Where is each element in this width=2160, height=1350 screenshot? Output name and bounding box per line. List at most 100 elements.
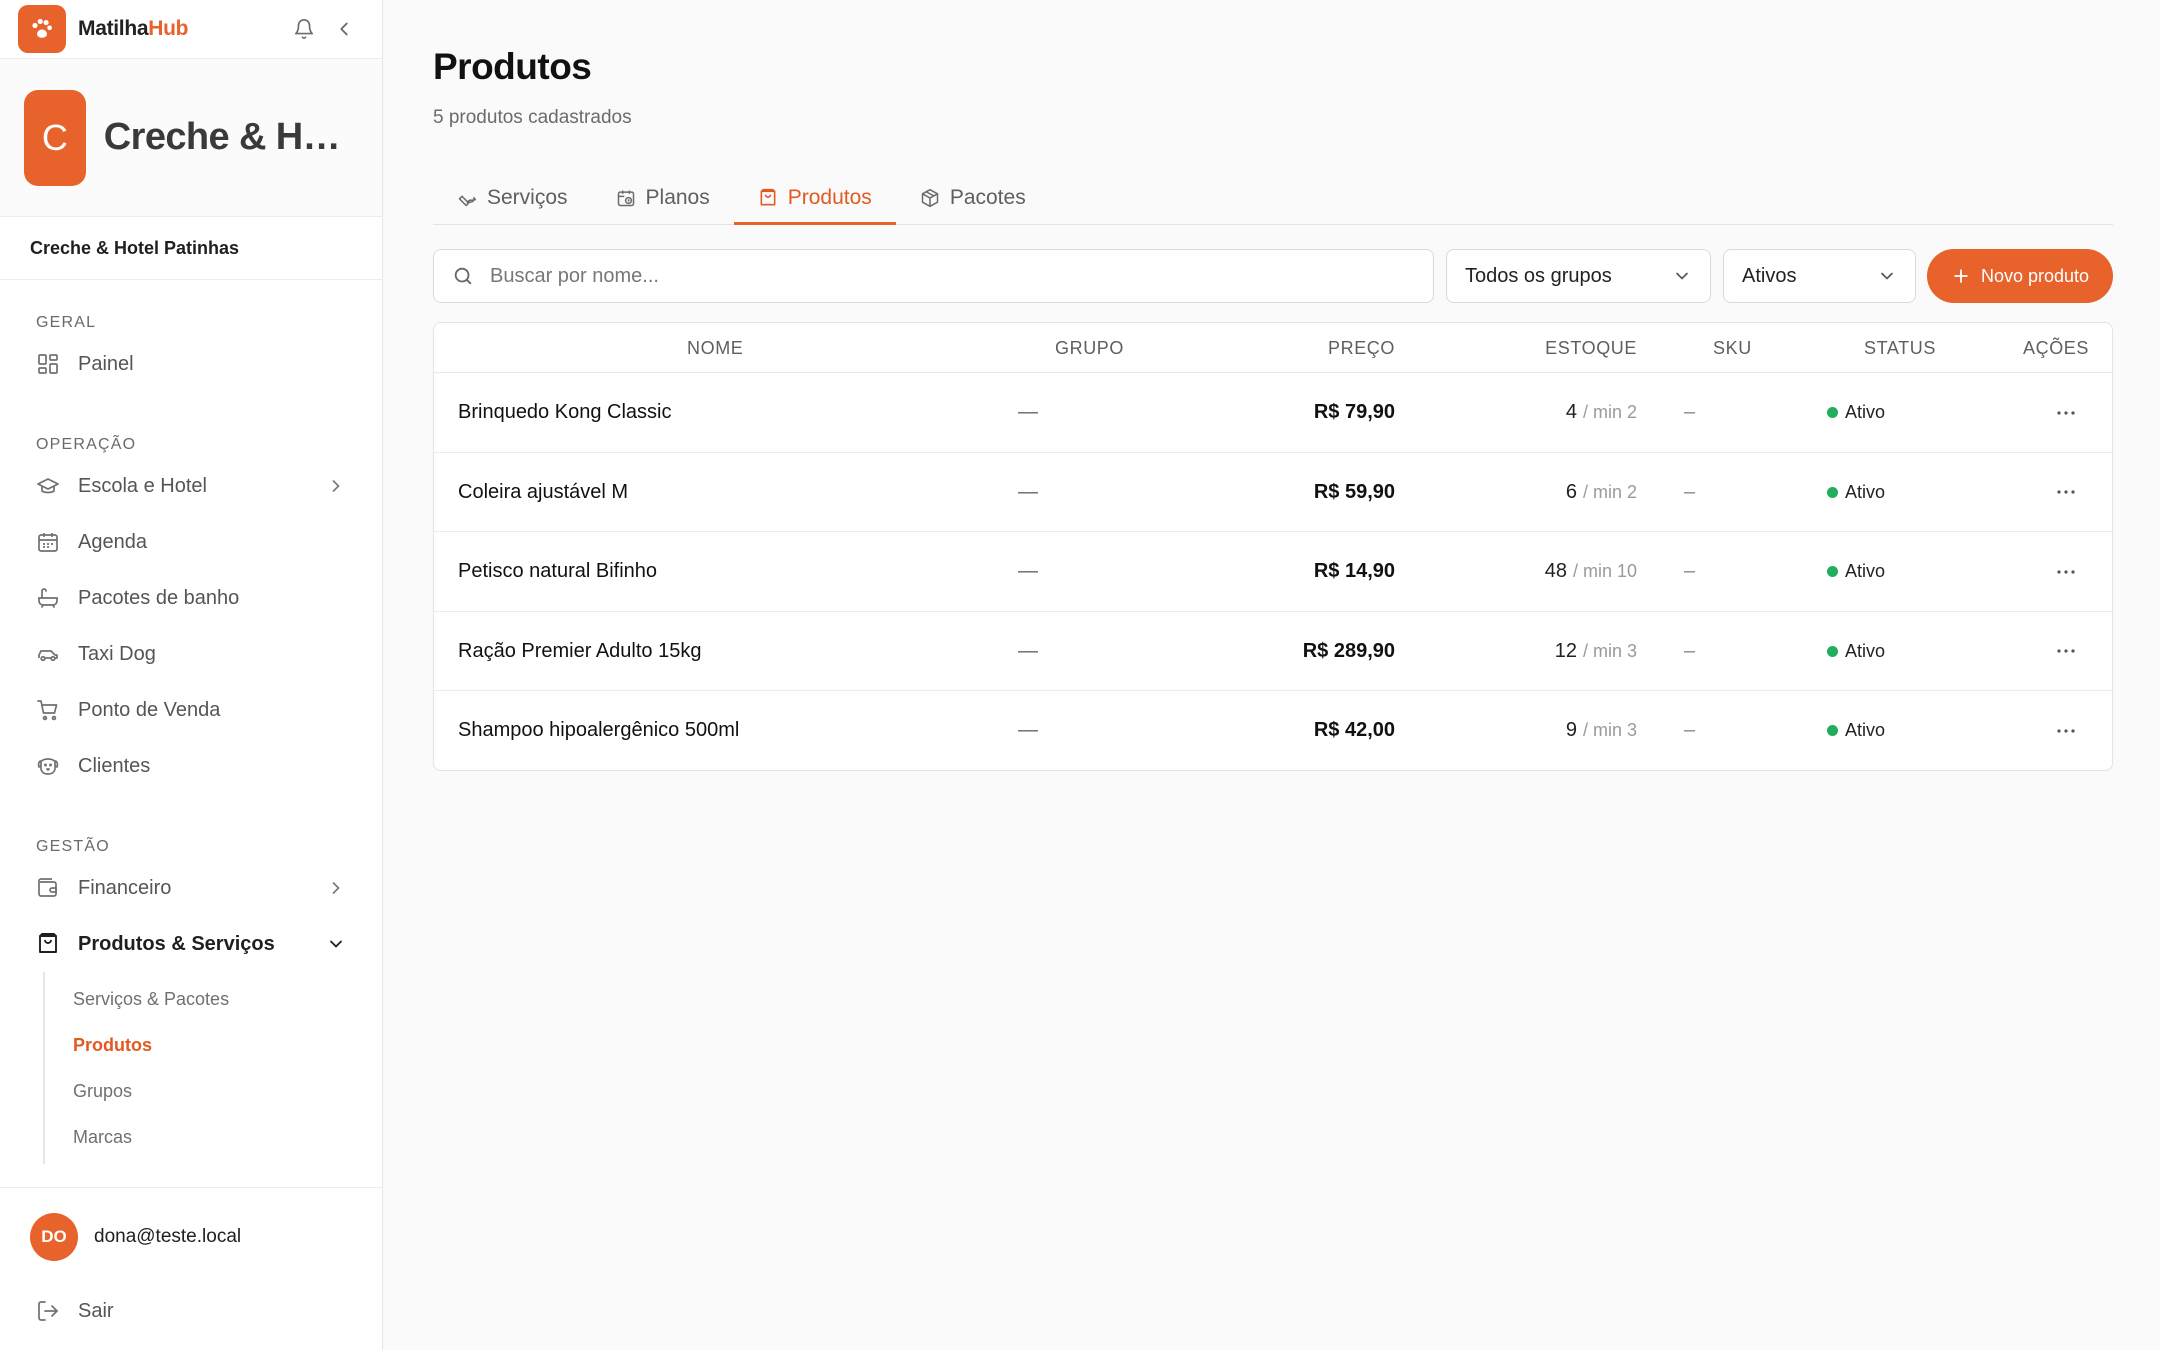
status-badge: Ativo bbox=[1827, 373, 1885, 452]
sidebar-subitem-marcas[interactable]: Marcas bbox=[45, 1114, 382, 1160]
logout-label: Sair bbox=[78, 1299, 114, 1322]
shopping-bag-icon bbox=[39, 933, 57, 953]
search-icon bbox=[454, 267, 472, 285]
chevron-right-icon bbox=[332, 480, 340, 492]
dog-icon bbox=[37, 758, 59, 775]
paw-logo-icon bbox=[18, 5, 66, 53]
row-actions-button[interactable] bbox=[2054, 453, 2078, 532]
produtos-servicos-subnav: Serviços & Pacotes Produtos Grupos Marca… bbox=[43, 972, 382, 1164]
car-icon bbox=[38, 650, 58, 662]
column-header-price[interactable]: PREÇO bbox=[1328, 323, 1395, 373]
sidebar-item-financeiro[interactable]: Financeiro bbox=[0, 860, 382, 916]
org-avatar: C bbox=[24, 89, 86, 186]
row-actions-button[interactable] bbox=[2054, 532, 2078, 611]
products-table: NOME GRUPO PREÇO ESTOQUE SKU STATUS AÇÕE… bbox=[433, 322, 2113, 771]
tab-label: Pacotes bbox=[949, 186, 1026, 209]
product-price: R$ 42,00 bbox=[1313, 719, 1395, 741]
sidebar-item-taxi-dog[interactable]: Taxi Dog bbox=[0, 626, 382, 682]
collapse-sidebar-chevron-icon[interactable] bbox=[324, 9, 364, 49]
sidebar: MatilhaHub C Creche & Hot… Creche & Hote… bbox=[0, 0, 383, 1350]
graduation-cap-icon bbox=[37, 478, 59, 494]
tab-label: Serviços bbox=[487, 186, 568, 209]
chevron-down-icon bbox=[1676, 272, 1688, 280]
more-horizontal-icon bbox=[2057, 728, 2075, 733]
product-name: Shampoo hipoalergênico 500ml bbox=[458, 719, 740, 741]
search-box bbox=[433, 249, 1434, 303]
brand-name: MatilhaHub bbox=[78, 17, 189, 40]
status-dot-icon bbox=[1827, 407, 1838, 418]
sidebar-item-label: Financeiro bbox=[78, 876, 172, 899]
tab-produtos[interactable]: Produtos bbox=[733, 172, 896, 225]
product-sku: – bbox=[1684, 480, 1696, 503]
stock-qty: 48 bbox=[1544, 560, 1567, 582]
wrench-icon bbox=[458, 195, 477, 207]
new-product-label: Novo produto bbox=[1980, 265, 2090, 286]
calendar-icon bbox=[38, 533, 58, 552]
table-row[interactable]: Coleira ajustável M — R$ 59,90 6/ min 2 … bbox=[434, 453, 2112, 532]
toolbar: Todos os grupos Ativos Novo produto bbox=[433, 249, 2113, 303]
user-profile[interactable]: DO dona@teste.local bbox=[0, 1188, 382, 1286]
sidebar-subitem-produtos[interactable]: Produtos bbox=[45, 1022, 382, 1068]
column-header-name[interactable]: NOME bbox=[687, 323, 743, 373]
product-group: — bbox=[1018, 560, 1038, 582]
new-product-button[interactable]: Novo produto bbox=[1927, 249, 2113, 303]
table-row[interactable]: Brinquedo Kong Classic — R$ 79,90 4/ min… bbox=[434, 373, 2112, 453]
stock-min: / min 2 bbox=[1582, 481, 1637, 502]
sidebar-item-ponto-venda[interactable]: Ponto de Venda bbox=[0, 682, 382, 738]
status-filter-select[interactable]: Ativos bbox=[1723, 249, 1916, 303]
sidebar-item-escola-hotel[interactable]: Escola e Hotel bbox=[0, 458, 382, 514]
sidebar-item-label: Taxi Dog bbox=[78, 642, 156, 665]
row-actions-button[interactable] bbox=[2054, 612, 2078, 691]
logout-icon bbox=[38, 1301, 58, 1321]
stock-min: / min 3 bbox=[1582, 640, 1637, 661]
status-filter-value: Ativos bbox=[1742, 264, 1797, 287]
stock-qty: 6 bbox=[1565, 480, 1577, 503]
product-price: R$ 289,90 bbox=[1302, 639, 1395, 662]
more-horizontal-icon bbox=[2057, 410, 2075, 415]
bathtub-icon bbox=[38, 588, 58, 608]
status-badge: Ativo bbox=[1827, 612, 1885, 691]
nav-section-gestao: GESTÃO bbox=[36, 838, 110, 855]
sidebar-subitem-grupos[interactable]: Grupos bbox=[45, 1068, 382, 1114]
table-row[interactable]: Ração Premier Adulto 15kg — R$ 289,90 12… bbox=[434, 612, 2112, 691]
sidebar-item-clientes[interactable]: Clientes bbox=[0, 738, 382, 794]
cart-icon bbox=[37, 700, 58, 721]
product-sku: – bbox=[1684, 639, 1696, 662]
status-label: Ativo bbox=[1845, 402, 1886, 422]
tab-planos[interactable]: Planos bbox=[592, 172, 734, 224]
sidebar-item-label: Produtos & Serviços bbox=[78, 932, 275, 955]
chevron-down-icon bbox=[1881, 272, 1893, 280]
row-actions-button[interactable] bbox=[2054, 373, 2078, 452]
status-label: Ativo bbox=[1845, 481, 1886, 502]
product-group: — bbox=[1018, 480, 1038, 503]
more-horizontal-icon bbox=[2057, 490, 2075, 494]
org-switcher[interactable]: C Creche & Hot… bbox=[0, 59, 382, 217]
sidebar-item-pacotes-banho[interactable]: Pacotes de banho bbox=[0, 570, 382, 626]
product-name: Petisco natural Bifinho bbox=[458, 560, 658, 582]
product-price: R$ 79,90 bbox=[1313, 401, 1395, 423]
sidebar-item-produtos-servicos[interactable]: Produtos & Serviços bbox=[0, 916, 382, 972]
search-input[interactable] bbox=[490, 264, 1415, 288]
sidebar-subitem-servicos-pacotes[interactable]: Serviços & Pacotes bbox=[45, 976, 382, 1022]
user-email: dona@teste.local bbox=[94, 1226, 242, 1247]
sidebar-item-painel[interactable]: Painel bbox=[0, 336, 382, 392]
stock-qty: 12 bbox=[1554, 639, 1577, 662]
tab-servicos[interactable]: Serviços bbox=[433, 172, 592, 224]
logout-button[interactable]: Sair bbox=[0, 1286, 382, 1336]
org-short-name: Creche & Hot… bbox=[103, 116, 358, 158]
tab-pacotes[interactable]: Pacotes bbox=[896, 172, 1050, 224]
column-header-stock[interactable]: ESTOQUE bbox=[1545, 323, 1637, 373]
row-actions-button[interactable] bbox=[2054, 691, 2078, 770]
column-header-sku: SKU bbox=[1713, 337, 1752, 358]
table-row[interactable]: Shampoo hipoalergênico 500ml — R$ 42,00 … bbox=[434, 691, 2112, 770]
stock-min: / min 2 bbox=[1582, 402, 1637, 422]
table-row[interactable]: Petisco natural Bifinho — R$ 14,90 48/ m… bbox=[434, 532, 2112, 612]
sidebar-item-agenda[interactable]: Agenda bbox=[0, 514, 382, 570]
page-subtitle: 5 produtos cadastrados bbox=[433, 107, 632, 128]
product-price: R$ 14,90 bbox=[1313, 560, 1395, 582]
product-name: Brinquedo Kong Classic bbox=[458, 401, 672, 423]
bell-icon[interactable] bbox=[284, 9, 324, 49]
product-name: Coleira ajustável M bbox=[458, 480, 629, 503]
package-icon bbox=[921, 188, 939, 208]
group-filter-select[interactable]: Todos os grupos bbox=[1446, 249, 1711, 303]
